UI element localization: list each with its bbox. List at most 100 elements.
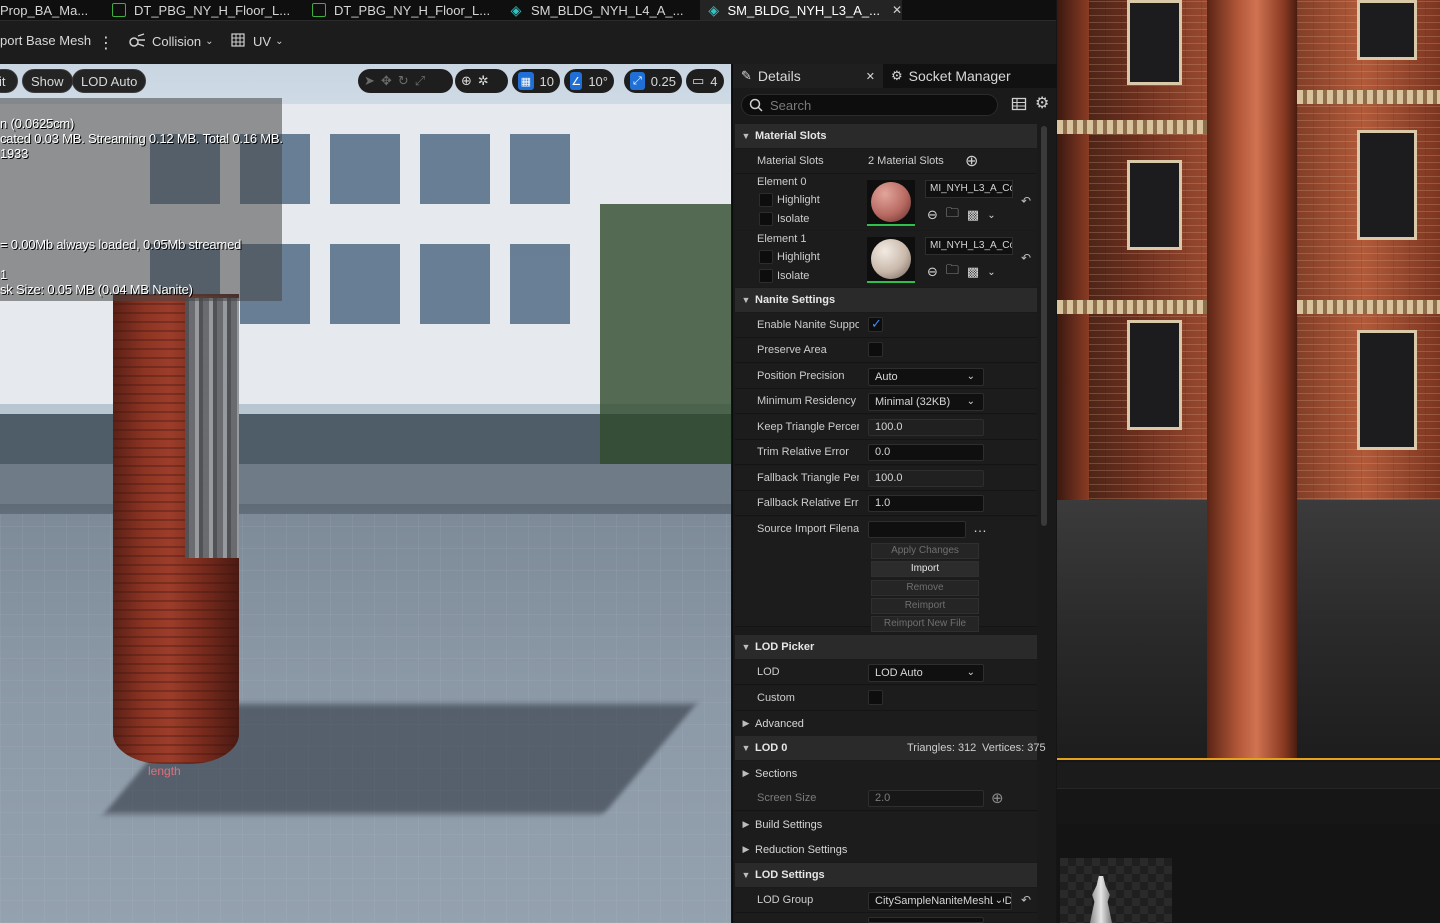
enable-nanite-checkbox[interactable] [868,316,883,332]
add-slot-icon[interactable]: ⊕ [965,151,978,171]
preserve-area-checkbox[interactable] [868,342,883,357]
move-icon[interactable]: ✥ [381,73,392,89]
custom-checkbox[interactable] [868,690,883,705]
chevron-down-icon[interactable]: ⌄ [987,210,995,221]
tab-sm-l4[interactable]: ◈ SM_BLDG_NYH_L4_A_... [509,0,699,20]
highlight-checkbox[interactable] [759,250,773,264]
next-row-field[interactable] [868,917,984,923]
source-import-input[interactable] [868,521,966,538]
search-icon [749,98,763,112]
collision-menu[interactable]: Collision ⌄ [128,33,214,49]
property-label: Custom [757,692,795,704]
mesh-viewport[interactable]: length n (0.0625cm) cated 0.03 MB. Strea… [0,64,731,923]
folder-icon[interactable]: 🗀 [946,204,959,226]
search-input[interactable]: Search [741,94,998,116]
view-mode-button[interactable]: it [0,69,18,93]
tab-dt-floor-1[interactable]: DT_PBG_NY_H_Floor_L... [112,0,300,20]
tab-dt-floor-2[interactable]: DT_PBG_NY_H_Floor_L... [312,0,500,20]
lod-group-dropdown[interactable]: CitySampleNaniteMeshLOD ⌄ [868,892,1012,910]
reset-arrow-icon[interactable]: ↶ [1021,893,1031,907]
material-name-field[interactable]: MI_NYH_L3_A_Cornice [925,180,1013,198]
add-icon[interactable]: ⊕ [991,789,1004,807]
chevron-down-icon[interactable]: ⌄ [987,267,995,278]
isolate-toggle[interactable]: Isolate [759,212,809,226]
tab-details[interactable]: ✎ Details ✕ [733,64,883,88]
highlight-label: Highlight [777,194,820,206]
scale-icon[interactable]: ⤢ [415,73,425,89]
lod-dropdown[interactable]: LOD Auto ⌄ [868,664,984,682]
world-space-icon[interactable]: ⊕ [461,73,472,89]
build-settings-group[interactable]: ▶ Build Settings [735,812,1037,837]
section-lod0[interactable]: ▼ LOD 0 Triangles: 312 Vertices: 375 [735,736,1046,760]
reset-arrow-icon[interactable]: ↶ [1021,194,1031,208]
building-preview-viewport[interactable] [1057,0,1440,760]
more-options-icon[interactable]: … [973,519,987,535]
keep-triangle-input[interactable]: 100.0 [868,419,984,436]
stat-line: sk Size: 0.05 MB (0.04 MB Nanite) [0,282,193,297]
browse-back-icon[interactable]: ⊖ [927,207,938,223]
fallback-triangle-input[interactable]: 100.0 [868,470,984,487]
folder-icon[interactable]: 🗀 [946,261,959,283]
property-label: Trim Relative Error [757,446,849,458]
rotate-icon[interactable]: ↻ [398,73,409,89]
select-icon[interactable]: ➤ [364,73,375,89]
material-thumbnail[interactable] [867,237,915,283]
asset-thumbnail[interactable] [1060,858,1172,923]
tab-sm-l3[interactable]: ◈ SM_BLDG_NYH_L3_A_... ✕ [700,0,902,20]
grid-snap[interactable]: ▦ 10 [512,69,560,93]
apply-changes-button[interactable]: Apply Changes [871,543,979,559]
property-label: Position Precision [757,370,845,382]
section-material-slots[interactable]: ▼ Material Slots [735,124,1037,148]
tab-socket-manager[interactable]: ⚙ Socket Manager [891,64,1051,88]
highlight-toggle[interactable]: Highlight [759,250,820,264]
isolate-checkbox[interactable] [759,269,773,283]
cornice-band [1297,90,1440,104]
browse-back-icon[interactable]: ⊖ [927,264,938,280]
import-base-mesh-button[interactable]: port Base Mesh [0,33,91,48]
screen-size-input[interactable]: 2.0 [868,790,984,807]
section-lod-settings[interactable]: ▼ LOD Settings [735,863,1037,887]
reimport-new-file-button[interactable]: Reimport New File [871,616,979,632]
advanced-group[interactable]: ▶ Advanced [735,711,1037,736]
highlight-toggle[interactable]: Highlight [759,193,820,207]
rotation-snap[interactable]: ∠ 10° [564,69,614,93]
material-thumbnail[interactable] [867,180,915,226]
fallback-error-input[interactable]: 1.0 [868,495,984,512]
more-options-icon[interactable]: ⋮ [98,33,114,53]
table-view-icon[interactable] [1011,96,1027,112]
details-tabs: ✎ Details ✕ ⚙ Socket Manager [733,64,1057,88]
position-precision-dropdown[interactable]: Auto ⌄ [868,368,984,386]
sections-group[interactable]: ▶ Sections [735,761,1037,786]
section-nanite-settings[interactable]: ▼ Nanite Settings [735,288,1037,312]
close-icon[interactable]: ✕ [892,3,902,17]
import-button[interactable]: Import [871,561,979,577]
window [1127,160,1182,250]
tab-prop-ba[interactable]: Prop_BA_Ma... [0,0,100,20]
close-icon[interactable]: ✕ [866,70,875,83]
reduction-settings-group[interactable]: ▶ Reduction Settings [735,837,1037,862]
material-element-1: Element 1 Highlight Isolate MI_NYH_L3_A_… [735,231,1037,287]
section-lod-picker[interactable]: ▼ LOD Picker [735,635,1037,659]
material-name-field[interactable]: MI_NYH_L3_A_Cornice [925,237,1013,255]
pencil-icon: ✎ [741,68,752,83]
reimport-button[interactable]: Reimport [871,598,979,614]
checker-icon[interactable]: ▩ [967,207,979,223]
details-scrollbar[interactable] [1041,126,1047,526]
reset-arrow-icon[interactable]: ↶ [1021,251,1031,265]
isolate-checkbox[interactable] [759,212,773,226]
trim-error-input[interactable]: 0.0 [868,444,984,461]
highlight-checkbox[interactable] [759,193,773,207]
isolate-toggle[interactable]: Isolate [759,269,809,283]
isolate-label: Isolate [777,270,810,282]
scale-snap[interactable]: ⤢ 0.25 [624,69,682,93]
lod-button[interactable]: LOD Auto [72,69,147,93]
remove-button[interactable]: Remove [871,580,979,596]
settings-gear-icon[interactable]: ⚙ [1035,96,1049,112]
preview-footer [1057,762,1440,788]
show-button[interactable]: Show [22,69,73,93]
camera-speed[interactable]: ▭ 4 [686,69,724,93]
uv-menu[interactable]: UV ⌄ [231,33,283,49]
surface-snap-icon[interactable]: ✲ [478,73,489,89]
checker-icon[interactable]: ▩ [967,264,979,280]
minimum-residency-dropdown[interactable]: Minimal (32KB) ⌄ [868,393,984,411]
